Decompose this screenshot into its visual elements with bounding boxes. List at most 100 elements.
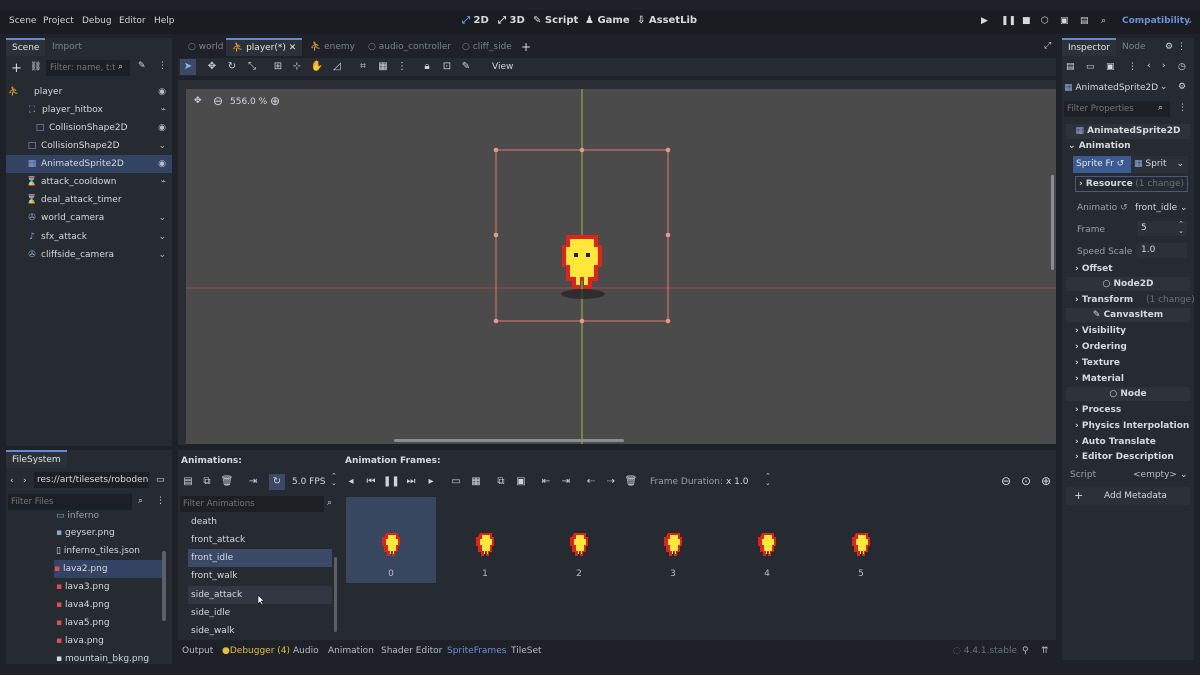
chevron-down-icon[interactable]: ⌄: [1180, 470, 1188, 480]
menu-editor[interactable]: Editor: [119, 16, 146, 26]
chevron-down-icon[interactable]: ⌄: [1160, 82, 1168, 92]
file-item[interactable]: ▪ lava.png: [56, 632, 168, 650]
file-item[interactable]: ▪ geyser.png: [56, 524, 168, 542]
horizontal-scrollbar[interactable]: [394, 439, 624, 442]
speed-scale-field[interactable]: 1.0: [1137, 243, 1187, 258]
move-tool-icon[interactable]: ✥: [204, 59, 220, 75]
signal-icon[interactable]: ⌁: [161, 173, 166, 191]
visibility-icon[interactable]: ⌄: [158, 137, 166, 155]
spinner-icon[interactable]: ⌃ ⌄: [331, 473, 337, 487]
pan-tool-icon[interactable]: ✋: [309, 59, 325, 75]
resize-handle[interactable]: [493, 147, 499, 153]
loop-icon[interactable]: ↻: [269, 474, 285, 490]
add-node-icon[interactable]: +: [11, 61, 22, 76]
delete-animation-icon[interactable]: 🗑︎: [219, 474, 235, 490]
resize-handle[interactable]: [493, 318, 499, 324]
fps-field[interactable]: 5.0 FPS: [292, 477, 326, 487]
tab-world[interactable]: ○ world: [182, 38, 230, 56]
tab-enemy[interactable]: ⛹ enemy: [304, 38, 361, 56]
edit-resource-icon[interactable]: ⋮: [1128, 62, 1137, 72]
resize-handle[interactable]: [493, 232, 499, 238]
group-icon[interactable]: ⊡: [439, 59, 455, 75]
expand-panel-icon[interactable]: ⇈: [1041, 646, 1049, 656]
tree-item-deal-attack-timer[interactable]: ⌛ deal_attack_timer: [6, 191, 172, 209]
tab-import[interactable]: Import: [46, 38, 88, 56]
chevron-down-icon[interactable]: ⌄: [1186, 16, 1194, 26]
animation-item-selected[interactable]: front_idle: [188, 549, 332, 567]
section-process[interactable]: › Process: [1075, 405, 1121, 415]
tree-item-animatedsprite2d[interactable]: ▦ AnimatedSprite2D ◉: [6, 155, 172, 173]
more-icon[interactable]: ⋮: [1178, 103, 1187, 113]
view-menu[interactable]: View: [492, 62, 513, 72]
skeleton-icon[interactable]: ✎: [458, 59, 474, 75]
add-metadata-button[interactable]: + Add Metadata: [1066, 487, 1190, 505]
play-icon[interactable]: ▶: [981, 16, 988, 26]
autoplay-icon[interactable]: ⇥: [245, 474, 261, 490]
tab-node[interactable]: Node: [1116, 38, 1152, 56]
tab-scene[interactable]: Scene: [6, 38, 46, 56]
ruler-tool-icon[interactable]: ◿: [329, 59, 345, 75]
play-scene-icon[interactable]: ▣: [1060, 16, 1069, 26]
move-right-icon[interactable]: ⇢: [603, 474, 619, 490]
vertical-scrollbar[interactable]: [1051, 175, 1054, 270]
next-frame-icon[interactable]: ⏭︎: [403, 474, 419, 490]
object-settings-icon[interactable]: ⚙: [1178, 82, 1186, 92]
tab-spriteframes[interactable]: SpriteFrames: [447, 646, 506, 656]
visibility-icon[interactable]: ◉: [158, 119, 166, 137]
new-animation-icon[interactable]: ▤: [180, 474, 196, 490]
file-filter-input[interactable]: [8, 494, 132, 510]
add-tab-icon[interactable]: +: [521, 40, 531, 54]
tab-audio-controller[interactable]: ○ audio_controller: [362, 38, 457, 56]
pan-icon[interactable]: ✥: [194, 96, 202, 106]
resize-handle[interactable]: [579, 147, 585, 153]
tab-audio[interactable]: Audio: [293, 646, 319, 656]
pause-icon[interactable]: ❚❚: [1001, 16, 1016, 26]
sprite-frames-value[interactable]: ▦ Sprit ⌄: [1131, 156, 1188, 173]
section-material[interactable]: › Material: [1075, 374, 1124, 384]
workspace-assetlib[interactable]: ⇩ AssetLib: [637, 15, 697, 26]
new-resource-icon[interactable]: ▤: [1066, 62, 1075, 72]
tab-inspector[interactable]: Inspector: [1062, 38, 1116, 56]
section-transform[interactable]: › Transform: [1075, 295, 1133, 305]
history-back-icon[interactable]: ‹: [1147, 61, 1151, 71]
resize-handle[interactable]: [579, 318, 585, 324]
frame-duration-field[interactable]: x 1.0: [726, 477, 749, 487]
animation-item[interactable]: front_attack: [188, 531, 332, 549]
tab-debugger[interactable]: ●Debugger (4): [222, 646, 290, 656]
pin-icon[interactable]: ⚲: [1022, 646, 1029, 656]
history-icon[interactable]: ◷: [1178, 62, 1186, 72]
zoom-reset-icon[interactable]: ⊙: [1021, 474, 1031, 488]
resize-handle[interactable]: [665, 147, 671, 153]
file-item[interactable]: ▯ inferno_tiles.json: [56, 542, 168, 560]
frame-item[interactable]: 4: [722, 497, 812, 583]
zoom-out-icon[interactable]: ⊖: [213, 94, 223, 108]
zoom-in-icon[interactable]: ⊕: [1041, 474, 1051, 488]
load-resource-icon[interactable]: ▭: [1086, 62, 1095, 72]
more-icon[interactable]: ⋮: [158, 61, 167, 71]
animation-item[interactable]: death: [188, 513, 332, 531]
menu-debug[interactable]: Debug: [82, 16, 112, 26]
animation-filter-input[interactable]: [180, 496, 324, 512]
frame-item[interactable]: 3: [628, 497, 718, 583]
workspace-game[interactable]: ♟ Game: [585, 15, 630, 26]
settings-icon[interactable]: ⚙: [1165, 42, 1173, 52]
tree-item-collisionshape-a[interactable]: □ CollisionShape2D ◉: [6, 119, 172, 137]
section-offset[interactable]: › Offset: [1075, 264, 1113, 274]
resize-handle[interactable]: [665, 232, 671, 238]
grid-snap-icon[interactable]: ▦: [375, 59, 391, 75]
animation-property-value[interactable]: front_idle: [1135, 203, 1177, 213]
fullscreen-icon[interactable]: ⤢: [1044, 41, 1051, 51]
frame-property-field[interactable]: 5 ⌃ ⌄: [1137, 221, 1187, 236]
sprite-frames-property[interactable]: Sprite Fr ↺: [1073, 156, 1131, 173]
link-icon[interactable]: ⛓: [30, 62, 41, 72]
duplicate-animation-icon[interactable]: ⧉: [199, 474, 215, 490]
scale-tool-icon[interactable]: ⤡: [244, 59, 260, 75]
play-icon[interactable]: ▸: [423, 474, 439, 490]
section-physics-interpolation[interactable]: › Physics Interpolation: [1075, 421, 1189, 431]
tree-item-player-hitbox[interactable]: ⛶ player_hitbox ⌁: [6, 101, 172, 119]
tab-tileset[interactable]: TileSet: [511, 646, 542, 656]
visibility-icon[interactable]: ◉: [158, 155, 166, 173]
play-custom-icon[interactable]: ▤: [1080, 16, 1089, 26]
tree-item-cliffside-camera[interactable]: ✇ cliffside_camera ⌄: [6, 246, 172, 264]
animation-item[interactable]: side_walk: [188, 622, 332, 640]
